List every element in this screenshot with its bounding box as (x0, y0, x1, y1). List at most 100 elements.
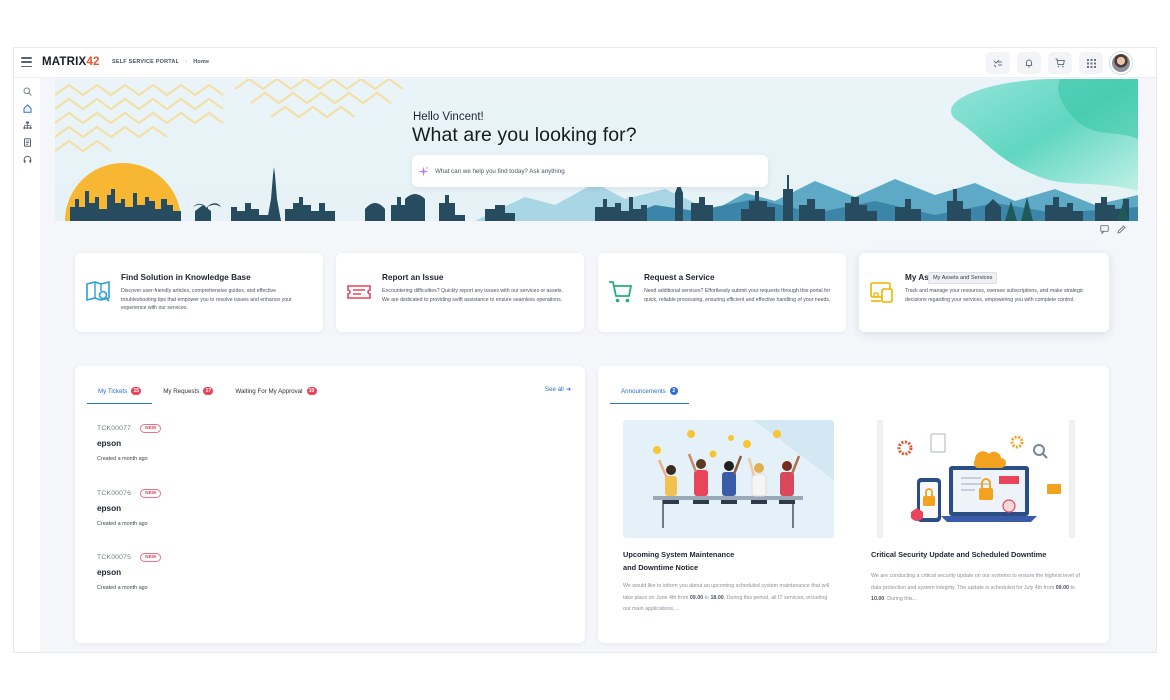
chevron-right-icon: › (185, 59, 188, 65)
see-all-link[interactable]: See all ➜ (545, 386, 571, 393)
breadcrumb-home: Home (193, 59, 210, 65)
status-badge: NEW (140, 489, 162, 498)
service-description: Track and manage your resources, oversee… (905, 288, 1084, 303)
announcement-body: We are conducting a critical security up… (871, 571, 1082, 606)
tickets-panel: My Tickets 15 My Requests 17 Waiting For M… (75, 366, 585, 643)
ticket-item[interactable]: TCK00076 NEW epson Created a month ago (97, 482, 162, 527)
sidebar (14, 78, 40, 652)
announcement-title: Critical Security Update and Scheduled D… (871, 548, 1082, 561)
devices-icon (870, 282, 893, 303)
ticket-title: epson (97, 568, 122, 577)
notifications-button[interactable] (1017, 52, 1041, 74)
service-card-request-service[interactable]: Request a Service Need additional servic… (598, 253, 846, 332)
search-placeholder: What can we help you find today? Ask any… (435, 167, 565, 175)
app-window: MATRIX42 SELF SERVICE PORTAL › Home Hell… (14, 48, 1156, 652)
approvals-icon (993, 59, 1002, 68)
breadcrumb: SELF SERVICE PORTAL › Home (112, 59, 209, 65)
announcement-card[interactable]: Critical Security Update and Scheduled D… (871, 420, 1082, 606)
ticket-id: TCK00076 (97, 490, 132, 497)
greeting: Hello Vincent! (413, 111, 484, 123)
top-actions (986, 52, 1132, 74)
title-line: Critical Security Update and Scheduled D… (871, 550, 1047, 559)
headset-icon[interactable] (21, 153, 33, 165)
tab-my-requests[interactable]: My Requests 17 (152, 382, 224, 400)
announcements-tabs: Announcements 2 (610, 382, 689, 404)
hierarchy-icon[interactable] (21, 119, 33, 131)
announcement-image (871, 420, 1082, 538)
logo[interactable]: MATRIX42 (42, 56, 100, 68)
title-line: Upcoming System Maintenance (623, 550, 735, 559)
time-start: 09.00 (1055, 584, 1069, 591)
document-icon[interactable] (21, 136, 33, 148)
ticket-id: TCK00077 (97, 425, 132, 432)
time-end: 18.00 (710, 594, 724, 601)
announcement-image (623, 420, 834, 538)
skyline-illustration (55, 79, 1138, 221)
search-icon[interactable] (21, 85, 33, 97)
tab-announcements[interactable]: Announcements 2 (610, 382, 689, 404)
arrow-right-icon: ➜ (565, 386, 571, 393)
body-text: . During this... (884, 596, 917, 602)
service-card-report-issue[interactable]: Report an Issue Encountering difficultie… (336, 253, 584, 332)
approvals-button[interactable] (986, 52, 1010, 74)
status-badge: NEW (140, 424, 162, 433)
ticket-icon (347, 285, 371, 299)
ticket-title: epson (97, 439, 122, 448)
count-badge: 10 (306, 387, 317, 395)
see-all-label: See all (544, 386, 564, 393)
apps-button[interactable] (1079, 52, 1103, 74)
announcement-card[interactable]: Upcoming System Maintenance and Downtime … (623, 420, 834, 616)
apps-grid-icon (1086, 58, 1096, 68)
tab-my-tickets[interactable]: My Tickets 15 (87, 382, 153, 404)
search-input[interactable]: What can we help you find today? Ask any… (412, 155, 768, 187)
service-title: Find Solution in Knowledge Base (121, 273, 251, 282)
time-start: 09.00 (689, 594, 704, 601)
service-description: Encountering difficulties? Quickly repor… (382, 288, 563, 303)
logo-accent-text: 42 (86, 56, 100, 68)
service-description: Discover user-friendly articles, compreh… (121, 288, 292, 312)
body-text: We are conducting a critical security up… (871, 573, 1080, 591)
bell-icon (1025, 59, 1033, 68)
logo-text: MATRIX (42, 56, 87, 68)
count-badge: 15 (131, 387, 142, 395)
book-search-icon (86, 280, 110, 302)
ticket-created: Created a month ago (97, 456, 148, 462)
tab-label: Announcements (621, 387, 666, 395)
ticket-id: TCK00075 (97, 554, 132, 561)
service-description: Need additional services? Effortlessly s… (644, 288, 831, 303)
page-title: What are you looking for? (412, 124, 637, 146)
tab-waiting-approval[interactable]: Waiting For My Approval 10 (224, 382, 327, 400)
time-end: 10.00 (871, 596, 885, 602)
hero-banner: Hello Vincent! What are you looking for?… (55, 79, 1138, 221)
ticket-created: Created a month ago (97, 521, 148, 527)
cart-icon (1055, 58, 1065, 68)
ticket-created: Created a month ago (97, 585, 148, 591)
tab-label: My Tickets (98, 387, 128, 395)
tooltip: My Assets and Services (928, 272, 998, 284)
count-badge: 17 (203, 387, 214, 395)
edit-icon[interactable] (1117, 225, 1126, 234)
tickets-tabs: My Tickets 15 My Requests 17 Waiting For M… (87, 382, 328, 404)
announcement-title: Upcoming System Maintenance and Downtime … (623, 548, 834, 574)
breadcrumb-portal[interactable]: SELF SERVICE PORTAL (112, 59, 179, 65)
comment-icon[interactable] (1100, 225, 1109, 234)
cart-icon (609, 281, 633, 303)
menu-icon[interactable] (21, 57, 32, 67)
title-line: and Downtime Notice (623, 563, 699, 572)
ticket-title: epson (97, 504, 122, 513)
avatar[interactable] (1110, 52, 1132, 74)
home-icon[interactable] (21, 102, 33, 114)
body-text: to (1068, 584, 1075, 591)
status-badge: NEW (140, 553, 162, 562)
service-card-my-assets[interactable]: My As Track and manage your resources, o… (859, 253, 1109, 332)
ticket-item[interactable]: TCK00077 NEW epson Created a month ago (97, 417, 162, 462)
ticket-item[interactable]: TCK00075 NEW epson Created a month ago (97, 546, 162, 591)
count-badge: 2 (669, 387, 678, 395)
cart-button[interactable] (1048, 52, 1072, 74)
service-title: Request a Service (644, 273, 715, 282)
announcement-body: We would like to inform you about an upc… (623, 581, 834, 616)
banner-tools (1100, 225, 1126, 234)
sparkle-icon (418, 166, 429, 176)
service-card-knowledge[interactable]: Find Solution in Knowledge Base Discover… (75, 253, 323, 332)
tab-label: My Requests (163, 387, 200, 395)
